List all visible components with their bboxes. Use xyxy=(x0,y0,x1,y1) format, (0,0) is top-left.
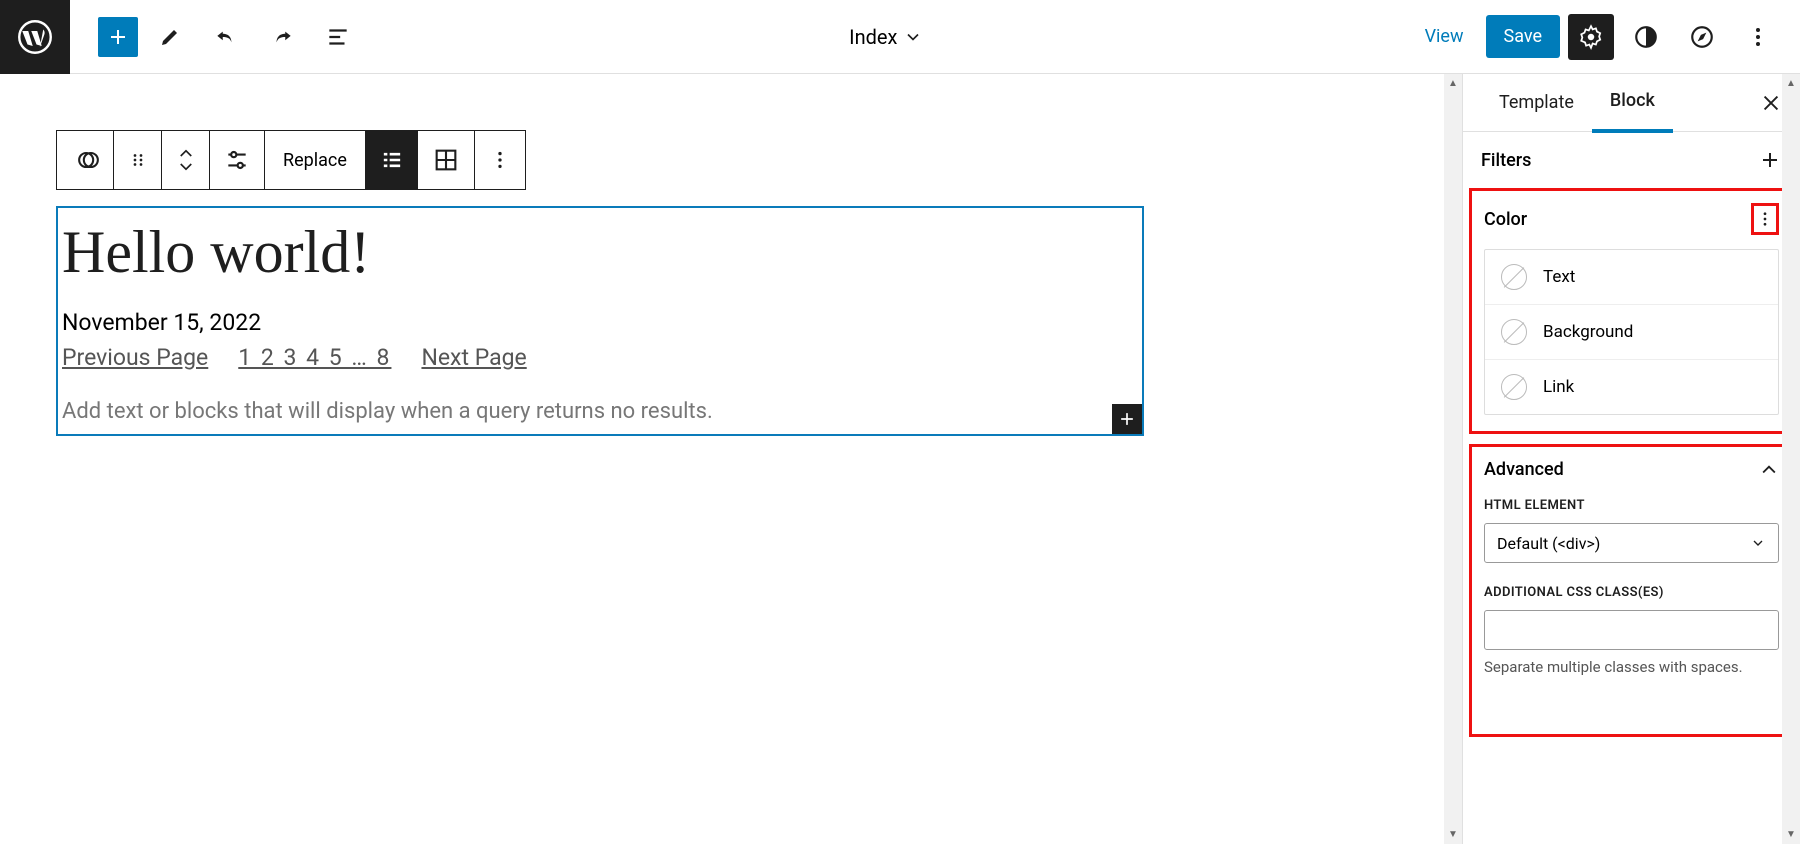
query-loop-icon xyxy=(71,146,99,174)
add-filter-button[interactable] xyxy=(1758,148,1782,172)
topbar-right-tools: View Save xyxy=(1411,13,1800,61)
color-link-row[interactable]: Link xyxy=(1485,360,1778,414)
view-link[interactable]: View xyxy=(1411,26,1478,47)
close-icon xyxy=(1760,92,1782,114)
plus-icon xyxy=(1758,148,1782,172)
tab-block[interactable]: Block xyxy=(1592,74,1673,133)
color-option-list: Text Background Link xyxy=(1484,249,1779,415)
advanced-heading: Advanced xyxy=(1484,459,1564,480)
collapse-advanced-button[interactable] xyxy=(1759,460,1779,480)
html-element-label: HTML ELEMENT xyxy=(1484,498,1779,513)
no-results-placeholder[interactable]: Add text or blocks that will display whe… xyxy=(58,375,1142,428)
color-options-button[interactable] xyxy=(1751,203,1779,235)
edit-tool-button[interactable] xyxy=(146,13,194,61)
block-toolbar: Replace xyxy=(56,130,526,190)
advanced-panel: Advanced HTML ELEMENT Default (<div>) AD… xyxy=(1469,444,1794,737)
color-background-row[interactable]: Background xyxy=(1485,305,1778,360)
chevron-down-icon xyxy=(1750,535,1766,551)
chevron-up-icon xyxy=(177,146,195,160)
list-tree-icon xyxy=(325,24,351,50)
color-text-label: Text xyxy=(1543,267,1575,287)
color-text-row[interactable]: Text xyxy=(1485,250,1778,305)
color-heading: Color xyxy=(1484,209,1527,230)
close-sidebar-button[interactable] xyxy=(1760,92,1782,114)
html-element-select[interactable]: Default (<div>) xyxy=(1484,523,1779,563)
tab-template[interactable]: Template xyxy=(1481,74,1592,131)
pagination: Previous Page 1 2 3 4 5 … 8 Next Page xyxy=(58,340,1142,375)
pagination-prev[interactable]: Previous Page xyxy=(62,344,208,371)
redo-button[interactable] xyxy=(258,13,306,61)
html-element-value: Default (<div>) xyxy=(1497,534,1600,553)
styles-button[interactable] xyxy=(1622,13,1670,61)
undo-icon xyxy=(213,24,239,50)
block-movers[interactable] xyxy=(162,131,210,189)
wordpress-logo[interactable] xyxy=(0,0,70,74)
plus-icon xyxy=(106,25,130,49)
grid-layout-button[interactable] xyxy=(418,131,475,189)
save-button[interactable]: Save xyxy=(1486,15,1561,58)
list-view-button[interactable] xyxy=(314,13,362,61)
help-button[interactable] xyxy=(1678,13,1726,61)
post-date[interactable]: November 15, 2022 xyxy=(58,305,1142,340)
drag-handle[interactable] xyxy=(114,131,162,189)
color-link-label: Link xyxy=(1543,377,1574,397)
compass-icon xyxy=(1689,24,1715,50)
pagination-next[interactable]: Next Page xyxy=(421,344,526,371)
sliders-icon xyxy=(224,147,250,173)
document-title-text: Index xyxy=(849,25,897,49)
block-options-button[interactable] xyxy=(475,131,525,189)
pencil-icon xyxy=(158,25,182,49)
redo-icon xyxy=(269,24,295,50)
scroll-up-icon: ▲ xyxy=(1782,78,1800,89)
editor-topbar: Index View Save xyxy=(0,0,1800,74)
editor-canvas: Replace Hello world! November 15, 2022 P… xyxy=(0,74,1462,844)
empty-swatch-icon xyxy=(1501,319,1527,345)
post-title[interactable]: Hello world! xyxy=(58,214,1142,305)
list-layout-icon xyxy=(378,146,406,174)
sidebar-tabs: Template Block xyxy=(1463,74,1800,132)
replace-label: Replace xyxy=(283,150,347,171)
options-button[interactable] xyxy=(1734,13,1782,61)
chevron-up-icon xyxy=(1759,460,1779,480)
css-classes-help: Separate multiple classes with spaces. xyxy=(1484,658,1779,676)
query-loop-block[interactable]: Hello world! November 15, 2022 Previous … xyxy=(56,206,1144,436)
css-classes-label: ADDITIONAL CSS CLASS(ES) xyxy=(1484,585,1779,600)
display-settings-button[interactable] xyxy=(210,131,265,189)
list-layout-button[interactable] xyxy=(366,131,418,189)
sidebar-scrollbar[interactable]: ▲ ▼ xyxy=(1782,74,1800,844)
filters-section: Filters xyxy=(1463,132,1800,188)
canvas-scrollbar[interactable]: ▲ ▼ xyxy=(1444,74,1462,844)
contrast-icon xyxy=(1633,24,1659,50)
color-panel: Color Text Background Link xyxy=(1469,188,1794,434)
css-classes-input[interactable] xyxy=(1484,610,1779,650)
pagination-numbers[interactable]: 1 2 3 4 5 … 8 xyxy=(238,344,391,371)
chevron-down-icon xyxy=(177,160,195,174)
more-vertical-icon xyxy=(1756,210,1774,228)
add-block-inline-button[interactable] xyxy=(1112,404,1142,434)
settings-button[interactable] xyxy=(1568,14,1614,60)
color-background-label: Background xyxy=(1543,322,1633,342)
add-block-button[interactable] xyxy=(98,17,138,57)
undo-button[interactable] xyxy=(202,13,250,61)
filters-heading: Filters xyxy=(1481,150,1531,171)
settings-sidebar: Template Block Filters Color Text Backgr… xyxy=(1462,74,1800,844)
grid-layout-icon xyxy=(432,146,460,174)
scroll-down-icon: ▼ xyxy=(1782,829,1800,840)
plus-icon xyxy=(1117,409,1137,429)
wordpress-icon xyxy=(17,19,53,55)
more-vertical-icon xyxy=(1746,25,1770,49)
document-title[interactable]: Index xyxy=(362,25,1411,49)
empty-swatch-icon xyxy=(1501,374,1527,400)
chevron-down-icon xyxy=(903,27,923,47)
scroll-up-icon: ▲ xyxy=(1444,78,1462,89)
scroll-down-icon: ▼ xyxy=(1444,829,1462,840)
empty-swatch-icon xyxy=(1501,264,1527,290)
block-type-button[interactable] xyxy=(57,131,114,189)
more-vertical-icon xyxy=(489,149,511,171)
topbar-left-tools xyxy=(70,13,362,61)
drag-icon xyxy=(129,146,147,174)
replace-button[interactable]: Replace xyxy=(265,131,366,189)
gear-icon xyxy=(1578,24,1604,50)
